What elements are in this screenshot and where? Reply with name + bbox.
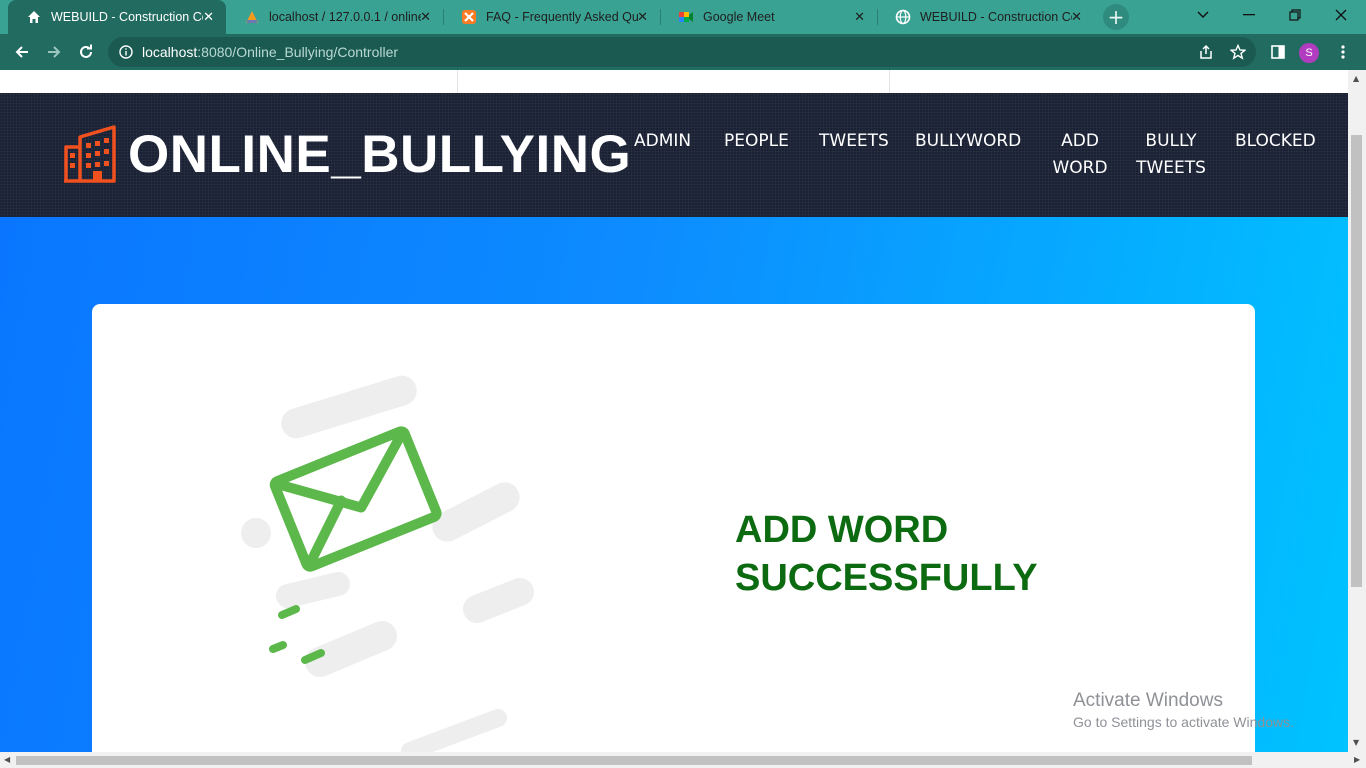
close-tab-icon[interactable]: ✕ xyxy=(420,9,431,25)
nav-label: ADD xyxy=(1061,131,1099,151)
success-message-line1: ADD WORD xyxy=(735,509,949,551)
nav-bullyword[interactable]: BULLYWORD xyxy=(915,128,1021,155)
scroll-down-icon[interactable]: ▼ xyxy=(1353,738,1359,747)
watermark-subtitle: Go to Settings to activate Windows. xyxy=(1073,714,1294,730)
site-logo-text[interactable]: ONLINE_BULLYING xyxy=(128,123,631,187)
tab-strip: WEBUILD - Construction Con ✕ localhost /… xyxy=(0,0,1366,34)
tab-webuild-active[interactable]: WEBUILD - Construction Con ✕ xyxy=(8,0,226,34)
success-message-line2: SUCCESSFULLY xyxy=(735,557,1038,599)
building-logo-icon[interactable] xyxy=(62,123,118,183)
tab-title: WEBUILD - Construction Con xyxy=(51,10,203,24)
close-window-button[interactable] xyxy=(1318,0,1364,30)
profile-avatar[interactable]: S xyxy=(1299,43,1319,63)
google-meet-icon xyxy=(678,9,694,25)
nav-bully-tweets[interactable]: BULLY TWEETS xyxy=(1136,128,1206,182)
address-bar[interactable]: localhost:8080/Online_Bullying/Controlle… xyxy=(108,37,1256,67)
url-text[interactable]: localhost:8080/Online_Bullying/Controlle… xyxy=(142,44,398,60)
scroll-up-icon[interactable]: ▲ xyxy=(1353,74,1359,83)
home-icon xyxy=(26,9,42,25)
nav-add-word[interactable]: ADD WORD xyxy=(1052,128,1108,182)
forward-button[interactable] xyxy=(42,40,66,64)
tab-xampp-faq[interactable]: FAQ - Frequently Asked Que ✕ xyxy=(443,0,660,34)
minimize-button[interactable] xyxy=(1226,0,1272,30)
chevron-down-icon xyxy=(1197,11,1209,18)
tab-phpmyadmin[interactable]: localhost / 127.0.0.1 / online ✕ xyxy=(226,0,443,34)
nav-blocked[interactable]: BLOCKED xyxy=(1235,128,1316,155)
tab-title: Google Meet xyxy=(703,10,775,24)
vertical-scroll-thumb[interactable] xyxy=(1351,135,1362,587)
close-tab-icon[interactable]: ✕ xyxy=(637,9,648,25)
close-icon xyxy=(1335,9,1347,21)
watermark-title: Activate Windows xyxy=(1073,690,1223,711)
close-tab-icon[interactable]: ✕ xyxy=(203,9,214,25)
restore-icon xyxy=(1289,9,1301,21)
site-header: ONLINE_BULLYING ADMIN PEOPLE TWEETS BULL… xyxy=(0,93,1348,217)
url-path: :8080/Online_Bullying/Controller xyxy=(197,44,399,60)
xampp-icon xyxy=(461,9,477,25)
share-icon[interactable] xyxy=(1198,44,1214,60)
nav-tweets[interactable]: TWEETS xyxy=(819,128,889,155)
nav-people[interactable]: PEOPLE xyxy=(724,128,789,155)
tab-google-meet[interactable]: Google Meet ✕ xyxy=(660,0,877,34)
nav-label: BLOCKED xyxy=(1235,131,1316,151)
tab-title: localhost / 127.0.0.1 / online xyxy=(269,10,421,24)
bookmark-star-icon[interactable] xyxy=(1230,44,1246,60)
menu-button[interactable] xyxy=(1331,40,1355,64)
info-icon[interactable] xyxy=(119,45,133,59)
new-tab-button[interactable]: + xyxy=(1103,4,1129,30)
globe-icon xyxy=(895,9,911,25)
nav-label: ADMIN xyxy=(634,131,692,151)
tab-title: FAQ - Frequently Asked Que xyxy=(486,10,638,24)
back-arrow-icon xyxy=(15,46,28,58)
nav-label: BULLY xyxy=(1145,131,1197,151)
success-message: ADD WORD SUCCESSFULLY xyxy=(735,506,1038,602)
tab-title: WEBUILD - Construction Con xyxy=(920,10,1072,24)
nav-label: TWEETS xyxy=(819,131,889,151)
kebab-menu-icon xyxy=(1341,45,1345,59)
nav-label: WORD xyxy=(1052,158,1108,178)
tab-search-button[interactable] xyxy=(1180,0,1226,30)
side-panel-icon xyxy=(1271,45,1285,59)
phpmyadmin-icon xyxy=(244,9,260,25)
tab-webuild[interactable]: WEBUILD - Construction Con ✕ xyxy=(877,0,1094,34)
nav-label: BULLYWORD xyxy=(915,131,1022,151)
back-button[interactable] xyxy=(10,40,34,64)
page-viewport: ONLINE_BULLYING ADMIN PEOPLE TWEETS BULL… xyxy=(0,70,1348,752)
nav-admin[interactable]: ADMIN xyxy=(634,128,691,155)
browser-toolbar: localhost:8080/Online_Bullying/Controlle… xyxy=(0,34,1366,70)
envelope-illustration xyxy=(241,375,534,752)
top-info-strip xyxy=(0,70,1348,93)
close-tab-icon[interactable]: ✕ xyxy=(1071,9,1082,25)
scroll-left-icon[interactable]: ◀ xyxy=(4,755,10,764)
activate-windows-watermark: Activate Windows Go to Settings to activ… xyxy=(1073,690,1294,730)
minimize-icon xyxy=(1243,14,1255,16)
horizontal-scroll-thumb[interactable] xyxy=(16,756,1252,765)
reload-icon xyxy=(80,44,92,58)
reload-button[interactable] xyxy=(74,40,98,64)
nav-label: PEOPLE xyxy=(724,131,789,151)
close-tab-icon[interactable]: ✕ xyxy=(854,9,865,25)
scroll-right-icon[interactable]: ▶ xyxy=(1354,755,1360,764)
side-panel-button[interactable] xyxy=(1266,40,1290,64)
nav-label: TWEETS xyxy=(1136,158,1206,178)
forward-arrow-icon xyxy=(48,46,61,58)
restore-button[interactable] xyxy=(1272,0,1318,30)
url-host: localhost xyxy=(142,44,198,60)
